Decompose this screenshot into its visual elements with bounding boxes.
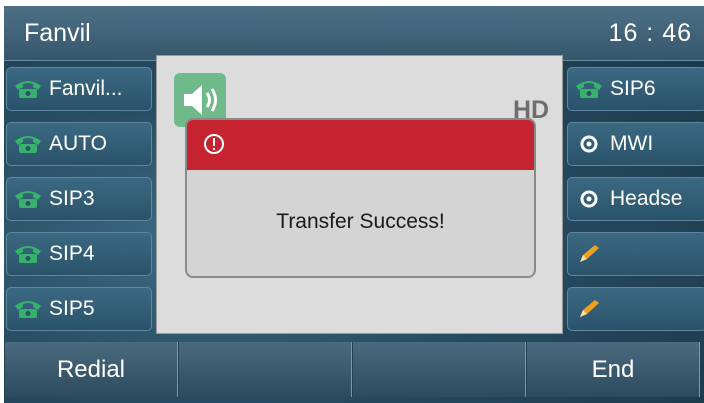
pencil-icon: [580, 245, 599, 262]
dss-key-label: SIP6: [610, 77, 656, 100]
alert-icon: [204, 134, 224, 154]
line-key-label: AUTO: [49, 132, 107, 155]
phone-line-icon: [15, 136, 41, 153]
transfer-dialog: Transfer Success!: [185, 118, 536, 278]
clock: 16 : 46: [608, 19, 692, 47]
dss-key-4[interactable]: [567, 232, 704, 276]
line-key-2[interactable]: AUTO: [6, 122, 152, 166]
end-softkey[interactable]: End: [526, 342, 700, 397]
line-key-3[interactable]: SIP3: [6, 177, 152, 221]
dialog-header: [187, 120, 534, 170]
phone-line-icon: [15, 246, 41, 263]
phone-line-icon: [15, 191, 41, 208]
softkey-3[interactable]: [352, 342, 526, 397]
softkey-2[interactable]: [178, 342, 352, 397]
line-key-label: Fanvil...: [49, 77, 123, 100]
softkey-bar: Redial End: [0, 342, 700, 397]
phone-line-icon: [15, 81, 41, 98]
line-key-label: SIP3: [49, 187, 95, 210]
title-bar: Fanvil 16 : 46: [4, 6, 704, 61]
dialog-message: Transfer Success!: [276, 210, 445, 233]
voicemail-icon: [580, 135, 598, 153]
dss-key-label: MWI: [610, 132, 654, 155]
line-key-label: SIP5: [49, 297, 95, 320]
pencil-icon: [580, 300, 599, 317]
account-name: Fanvil: [24, 19, 91, 47]
line-key-4[interactable]: SIP4: [6, 232, 152, 276]
phone-line-icon: [15, 301, 41, 318]
dss-key-2[interactable]: MWI: [567, 122, 704, 166]
dss-key-1[interactable]: SIP6: [567, 67, 704, 111]
line-key-label: SIP4: [49, 242, 95, 265]
phone-line-icon: [576, 81, 602, 98]
dss-key-label: Headse: [610, 187, 683, 210]
dss-key-3[interactable]: Headse: [567, 177, 704, 221]
headset-icon: [580, 190, 598, 208]
line-key-5[interactable]: SIP5: [6, 287, 152, 331]
dss-key-5[interactable]: [567, 287, 704, 331]
redial-softkey[interactable]: Redial: [4, 342, 178, 397]
line-key-1[interactable]: Fanvil...: [6, 67, 152, 111]
